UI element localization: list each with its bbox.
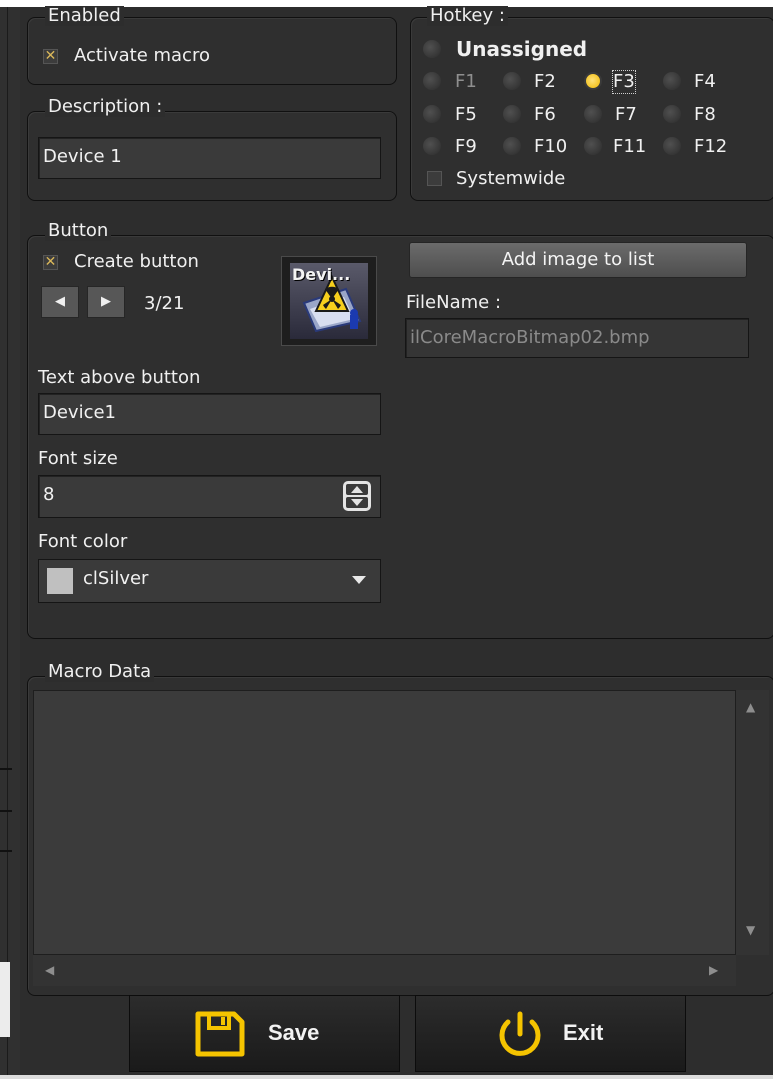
hotkey-radio-f8[interactable] bbox=[663, 105, 681, 123]
hotkey-radio-f6[interactable] bbox=[503, 105, 521, 123]
font-color-label: Font color bbox=[38, 531, 128, 552]
macro-data-vertical-scrollbar[interactable]: ▲ ▼ bbox=[736, 690, 769, 955]
font-size-spinner[interactable] bbox=[343, 481, 371, 511]
systemwide-label: Systemwide bbox=[456, 168, 566, 189]
hotkey-radio-f12[interactable] bbox=[663, 137, 681, 155]
hotkey-f2-label: F2 bbox=[534, 71, 556, 92]
hotkey-radio-f4[interactable] bbox=[663, 72, 681, 90]
activate-macro-checkbox[interactable]: ✕ bbox=[43, 49, 58, 64]
save-button[interactable]: Save bbox=[129, 995, 400, 1072]
macro-data-legend: Macro Data bbox=[45, 662, 155, 682]
hotkey-f12-label: F12 bbox=[694, 136, 728, 157]
scroll-right-icon[interactable]: ▶ bbox=[709, 963, 718, 977]
text-above-button-input[interactable]: Device1 bbox=[38, 393, 381, 435]
image-counter: 3/21 bbox=[144, 293, 185, 314]
next-image-button[interactable]: ▶ bbox=[87, 286, 125, 318]
hotkey-unassigned-label: Unassigned bbox=[456, 37, 588, 61]
hotkey-f4-label: F4 bbox=[694, 71, 716, 92]
systemwide-checkbox[interactable] bbox=[427, 171, 442, 186]
add-image-button[interactable]: Add image to list bbox=[409, 242, 747, 278]
button-legend: Button bbox=[45, 221, 112, 241]
hotkey-radio-unassigned[interactable] bbox=[423, 40, 441, 58]
hotkey-f10-label: F10 bbox=[534, 136, 568, 157]
scroll-down-icon[interactable]: ▼ bbox=[746, 923, 755, 937]
hotkey-f5-label: F5 bbox=[455, 104, 477, 125]
filename-field[interactable]: ilCoreMacroBitmap02.bmp bbox=[405, 318, 749, 358]
font-color-select[interactable]: clSilver bbox=[38, 559, 381, 603]
hotkey-f1-label: F1 bbox=[455, 71, 477, 92]
scroll-left-icon[interactable]: ◀ bbox=[45, 963, 54, 977]
hotkey-radio-f5[interactable] bbox=[423, 105, 441, 123]
enabled-legend: Enabled bbox=[45, 6, 124, 26]
hotkey-radio-f2[interactable] bbox=[503, 72, 521, 90]
hotkey-radio-f7[interactable] bbox=[584, 105, 602, 123]
save-label: Save bbox=[268, 1020, 320, 1045]
macro-data-horizontal-scrollbar[interactable]: ◀ ▶ bbox=[33, 955, 736, 986]
window-bottom-edge bbox=[0, 1075, 773, 1079]
description-legend: Description : bbox=[45, 97, 166, 117]
left-window-edge bbox=[0, 7, 20, 1079]
hotkey-f3-label: F3 bbox=[612, 70, 636, 94]
exit-button[interactable]: Exit bbox=[415, 995, 686, 1072]
spinner-arrows-icon bbox=[346, 484, 368, 508]
button-image-preview[interactable]: Devi... bbox=[281, 256, 377, 346]
power-icon bbox=[499, 1011, 541, 1056]
hotkey-radio-f1[interactable] bbox=[423, 72, 441, 90]
font-color-swatch bbox=[47, 568, 73, 594]
hotkey-f9-label: F9 bbox=[455, 136, 477, 157]
hotkey-radio-f11[interactable] bbox=[584, 137, 602, 155]
prev-image-button[interactable]: ◀ bbox=[41, 286, 79, 318]
floppy-disk-icon bbox=[195, 1011, 245, 1057]
chevron-down-icon bbox=[352, 576, 366, 584]
preview-caption: Devi... bbox=[292, 265, 351, 284]
hotkey-legend: Hotkey : bbox=[427, 6, 508, 26]
font-color-value: clSilver bbox=[83, 568, 149, 589]
create-button-label: Create button bbox=[74, 251, 199, 272]
create-button-checkbox[interactable]: ✕ bbox=[43, 255, 58, 270]
hotkey-radio-f10[interactable] bbox=[503, 137, 521, 155]
hotkey-radio-f9[interactable] bbox=[423, 137, 441, 155]
description-input[interactable]: Device 1 bbox=[38, 137, 381, 179]
macro-data-textarea[interactable] bbox=[33, 690, 736, 955]
text-above-button-label: Text above button bbox=[38, 367, 201, 388]
hotkey-f6-label: F6 bbox=[534, 104, 556, 125]
hotkey-f7-label: F7 bbox=[615, 104, 637, 125]
font-size-label: Font size bbox=[38, 448, 118, 469]
exit-label: Exit bbox=[563, 1020, 604, 1045]
scroll-up-icon[interactable]: ▲ bbox=[746, 700, 755, 714]
hotkey-f8-label: F8 bbox=[694, 104, 716, 125]
font-size-input[interactable]: 8 bbox=[38, 475, 381, 518]
hotkey-f11-label: F11 bbox=[613, 136, 647, 157]
activate-macro-label: Activate macro bbox=[74, 45, 210, 66]
hotkey-radio-f3[interactable] bbox=[584, 72, 602, 90]
filename-label: FileName : bbox=[406, 292, 502, 313]
